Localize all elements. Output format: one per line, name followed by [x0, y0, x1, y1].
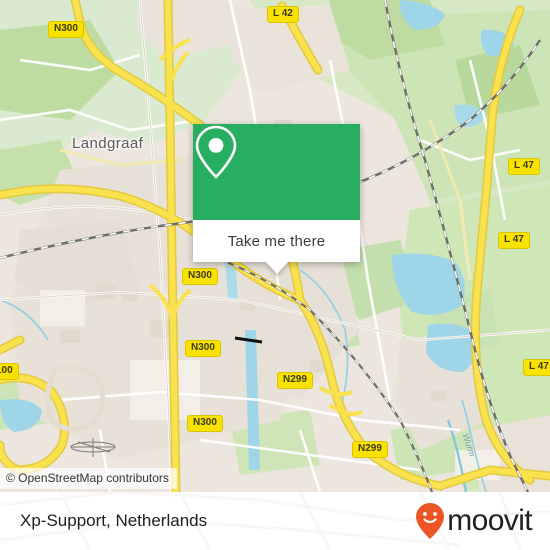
moovit-brand[interactable]: moovit — [415, 502, 533, 540]
callout-icon-area — [193, 124, 360, 220]
road-shield-l42[interactable]: L 42 — [267, 6, 299, 23]
callout-label: Take me there — [227, 232, 326, 250]
moovit-wordmark: moovit — [447, 504, 532, 537]
callout-action-area[interactable]: Take me there — [193, 220, 360, 262]
take-me-there-callout[interactable]: Take me there — [193, 124, 360, 274]
callout-pointer — [265, 262, 288, 274]
map-attribution[interactable]: © OpenStreetMap contributors — [0, 468, 177, 489]
moovit-map-screen: Landgraaf Wurm N300 L 42 L 47 L 47 L 47 … — [0, 0, 550, 550]
road-shield-n299[interactable]: N299 — [277, 372, 313, 389]
moovit-pin-smile-icon — [416, 503, 445, 539]
road-shield-n300[interactable]: N300 — [187, 415, 223, 432]
road-shield-clipped[interactable]: 100 — [0, 363, 19, 380]
location-title: Xp-Support, Netherlands — [20, 511, 208, 530]
road-shield-l47[interactable]: L 47 — [498, 232, 530, 249]
map-canvas[interactable]: Landgraaf Wurm N300 L 42 L 47 L 47 L 47 … — [0, 0, 550, 492]
road-shield-l47[interactable]: L 47 — [523, 359, 550, 376]
road-shield-n300[interactable]: N300 — [48, 21, 84, 38]
map-pin-icon — [195, 125, 237, 179]
road-shield-n300[interactable]: N300 — [182, 268, 218, 285]
footer-bar: Xp-Support, Netherlands moovit — [0, 492, 550, 550]
road-shield-l47[interactable]: L 47 — [508, 158, 540, 175]
road-shield-n299[interactable]: N299 — [352, 441, 388, 458]
road-shield-n300[interactable]: N300 — [185, 340, 221, 357]
